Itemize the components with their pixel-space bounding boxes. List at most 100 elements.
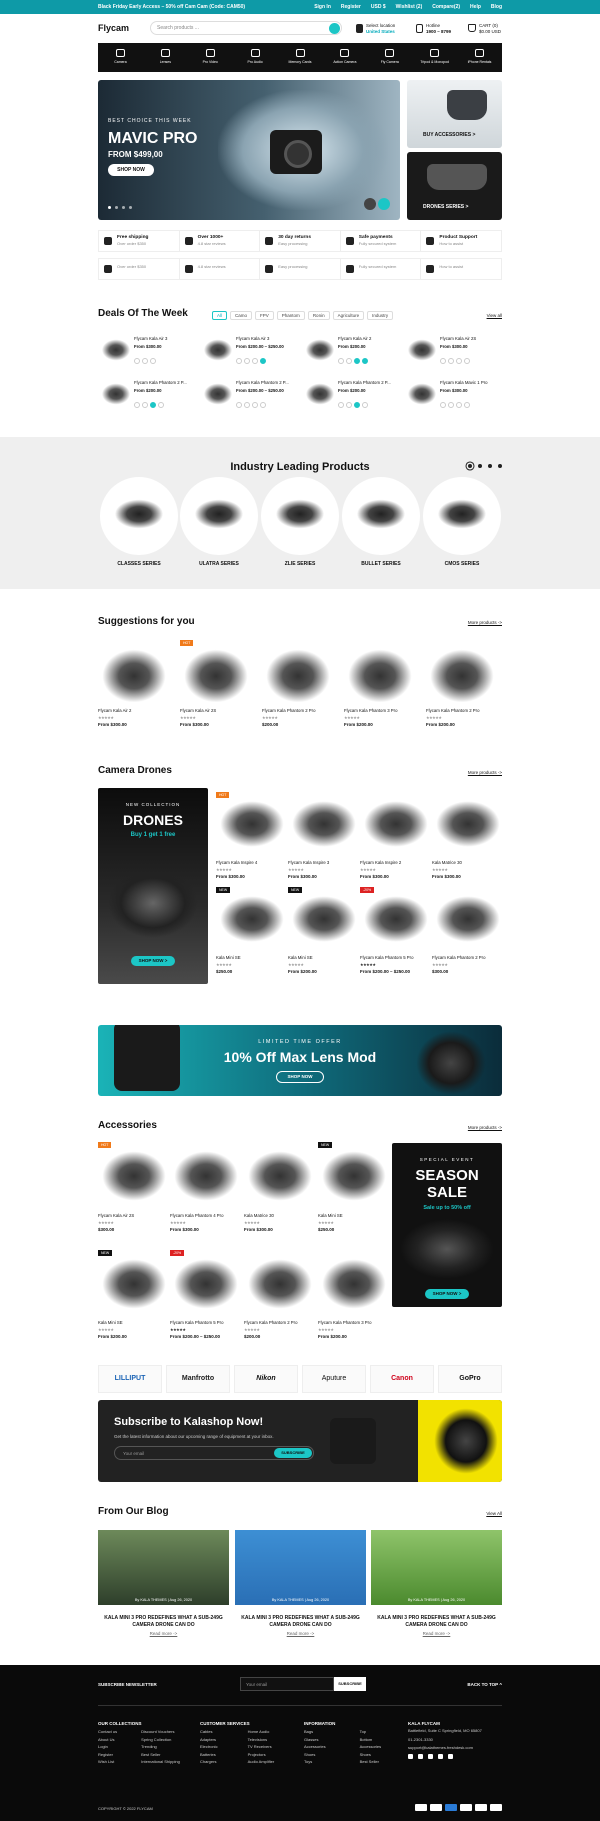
product-card[interactable]: Flycam Kala Inspire 2 ★★★★★ From $300.00 [360, 798, 432, 898]
product-card[interactable]: Flycam Kala Phantom 3 Pro ★★★★★ From $200.… [318, 1256, 390, 1356]
quickview-icon[interactable] [142, 402, 148, 408]
product-card[interactable]: Flycam Kala Phantom 2 Pro ★★★★★ $200.00 [244, 1256, 316, 1356]
product-card[interactable]: NEW Kala Mini SE ★★★★★ From $200.00 [288, 887, 360, 993]
tab-industry[interactable]: Industry [367, 311, 394, 320]
quickview-icon[interactable] [244, 402, 250, 408]
product-card[interactable]: -20% Flycam Kala Phantom 5 Pro ★★★★★ From $… [170, 1250, 242, 1356]
blog-view-all-link[interactable]: View All [486, 1511, 502, 1516]
help-link[interactable]: Help [470, 4, 481, 10]
product-card[interactable]: HOT Flycam Kala Air 2S ★★★★★ From $300.00 [180, 640, 252, 746]
prev-arrow-icon[interactable] [364, 198, 376, 210]
slide-dot[interactable] [478, 464, 482, 468]
deal-item[interactable]: Flycam Kala Air 2S From $300.00 [406, 336, 506, 370]
slide-dot[interactable] [468, 464, 472, 468]
tiktok-icon[interactable] [438, 1754, 443, 1760]
youtube-icon[interactable] [448, 1754, 453, 1760]
category-fly-camera[interactable]: Fly Camera [367, 43, 412, 72]
blog-post[interactable]: By KALA THEMES | Aug 26, 2020 KALA MINI 3… [371, 1530, 502, 1640]
facebook-icon[interactable] [418, 1754, 423, 1760]
cart-icon[interactable] [354, 402, 360, 408]
buy-accessories-banner[interactable]: BUY ACCESSORIES > [407, 80, 502, 148]
blog-post[interactable]: By KALA THEMES | Aug 26, 2020 KALA MINI 3… [235, 1530, 366, 1640]
category-pro-video[interactable]: Pro Video [188, 43, 233, 72]
next-arrow-icon[interactable] [378, 198, 390, 210]
quickview-icon[interactable] [448, 358, 454, 364]
brand-gopro[interactable]: GoPro [438, 1365, 502, 1393]
product-card[interactable]: NEW Kala Mini SE ★★★★★ $250.00 [216, 887, 288, 993]
back-to-top-link[interactable]: BACK TO TOP ^ [467, 1682, 502, 1687]
product-card[interactable]: Kala Matrice 30 ★★★★★ From $300.00 [432, 798, 504, 898]
compare-icon[interactable] [236, 402, 242, 408]
compare-icon[interactable] [236, 358, 242, 364]
cart-icon[interactable] [150, 402, 156, 408]
slide-dot[interactable] [108, 206, 111, 209]
product-card[interactable]: Flycam Kala Phantom 2 Pro ★★★★★ $200.00 [262, 646, 334, 746]
series-card[interactable]: BULLET SERIES [342, 477, 420, 567]
wishlist-icon[interactable] [464, 402, 470, 408]
compare-icon[interactable] [134, 358, 140, 364]
series-card[interactable]: ULATRA SERIES [180, 477, 258, 567]
compare-icon[interactable] [440, 402, 446, 408]
series-card[interactable]: CLASSES SERIES [100, 477, 178, 567]
tab-ronin[interactable]: Ronin [307, 311, 330, 320]
slide-dot[interactable] [129, 206, 132, 209]
tab-camo[interactable]: Camo [230, 311, 253, 320]
brand-lilliput[interactable]: LILLIPUT [98, 1365, 162, 1393]
quickview-icon[interactable] [142, 358, 148, 364]
footer-subscribe-button[interactable]: SUBSCRIBE [334, 1677, 366, 1691]
deal-item[interactable]: Flycam Kala Air 3 From $200.00 – $250.00 [202, 336, 302, 370]
slide-dot[interactable] [488, 464, 492, 468]
compare-icon[interactable] [440, 358, 446, 364]
wishlist-icon[interactable] [260, 402, 266, 408]
tab-all[interactable]: All [212, 311, 228, 320]
slide-dot[interactable] [498, 464, 502, 468]
limited-offer-banner[interactable]: LIMITED TIME OFFER 10% Off Max Lens Mod … [98, 1025, 502, 1096]
deal-item[interactable]: Flycam Kala Phantom 2 P... From $200.00 –… [202, 380, 302, 414]
accessories-more-link[interactable]: More products -> [468, 1125, 502, 1130]
category-lenses[interactable]: Lenses [143, 43, 188, 72]
register-link[interactable]: Register [341, 4, 361, 10]
series-card[interactable]: CMOS SERIES [423, 477, 501, 567]
cart-icon[interactable] [252, 358, 258, 364]
brand-nikon[interactable]: Nikon [234, 1365, 298, 1393]
search-icon[interactable] [329, 23, 340, 34]
deal-item[interactable]: Flycam Kala Air 2 From $200.00 [304, 336, 404, 370]
camera-more-link[interactable]: More products -> [468, 770, 502, 775]
wishlist-icon[interactable] [158, 402, 164, 408]
brand-aputure[interactable]: Aputure [302, 1365, 366, 1393]
wishlist-icon[interactable] [362, 358, 368, 364]
drones-series-banner[interactable]: DRONES SERIES > [407, 152, 502, 220]
category-iphone-rentals[interactable]: iPhone Rentals [457, 43, 502, 72]
wishlist-icon[interactable] [362, 402, 368, 408]
category-tripod[interactable]: Tripod & Monopod [412, 43, 457, 72]
tab-phantom[interactable]: Phantom [276, 311, 305, 320]
search-input[interactable]: Search products ... [150, 21, 342, 35]
category-memory-cards[interactable]: Memory Cards [278, 43, 323, 72]
drones-promo-banner[interactable]: NEW COLLECTION DRONES Buy 1 get 1 free S… [98, 788, 208, 984]
product-card[interactable]: Flycam Kala Phantom 4 Pro ★★★★★ From $300.… [170, 1148, 242, 1248]
sign-in-link[interactable]: Sign In [314, 4, 331, 10]
wishlist-link[interactable]: Wishlist (2) [396, 4, 423, 10]
slide-dot[interactable] [122, 206, 125, 209]
category-action-camera[interactable]: Action Camera [322, 43, 367, 72]
deals-view-all-link[interactable]: View all [487, 313, 502, 318]
shop-now-button[interactable]: SHOP NOW > [131, 956, 175, 966]
compare-icon[interactable] [338, 402, 344, 408]
brand-canon[interactable]: Canon [370, 1365, 434, 1393]
cart-icon[interactable] [456, 358, 462, 364]
cart-icon[interactable] [150, 358, 156, 364]
tab-agriculture[interactable]: Agriculture [332, 311, 365, 320]
product-card[interactable]: Flycam Kala Phantom 2 Pro ★★★★★ $300.00 [432, 893, 504, 993]
product-card[interactable]: Flycam Kala Inspire 3 ★★★★★ From $300.00 [288, 798, 360, 898]
product-card[interactable]: -20% Flycam Kala Phantom 5 Pro ★★★★★ From $… [360, 887, 432, 993]
series-card[interactable]: ZLIE SERIES [261, 477, 339, 567]
product-card[interactable]: Flycam Kala Air 2 ★★★★★ From $300.00 [98, 646, 170, 746]
wishlist-icon[interactable] [464, 358, 470, 364]
footer-email-input[interactable]: Your email [240, 1677, 334, 1691]
blog-link[interactable]: Blog [491, 4, 502, 10]
blog-post[interactable]: By KALA THEMES | Aug 26, 2020 KALA MINI 3… [98, 1530, 229, 1640]
quickview-icon[interactable] [346, 358, 352, 364]
suggestions-more-link[interactable]: More products -> [468, 620, 502, 625]
shop-now-button[interactable]: SHOP NOW > [425, 1289, 469, 1299]
cart-icon[interactable] [354, 358, 360, 364]
